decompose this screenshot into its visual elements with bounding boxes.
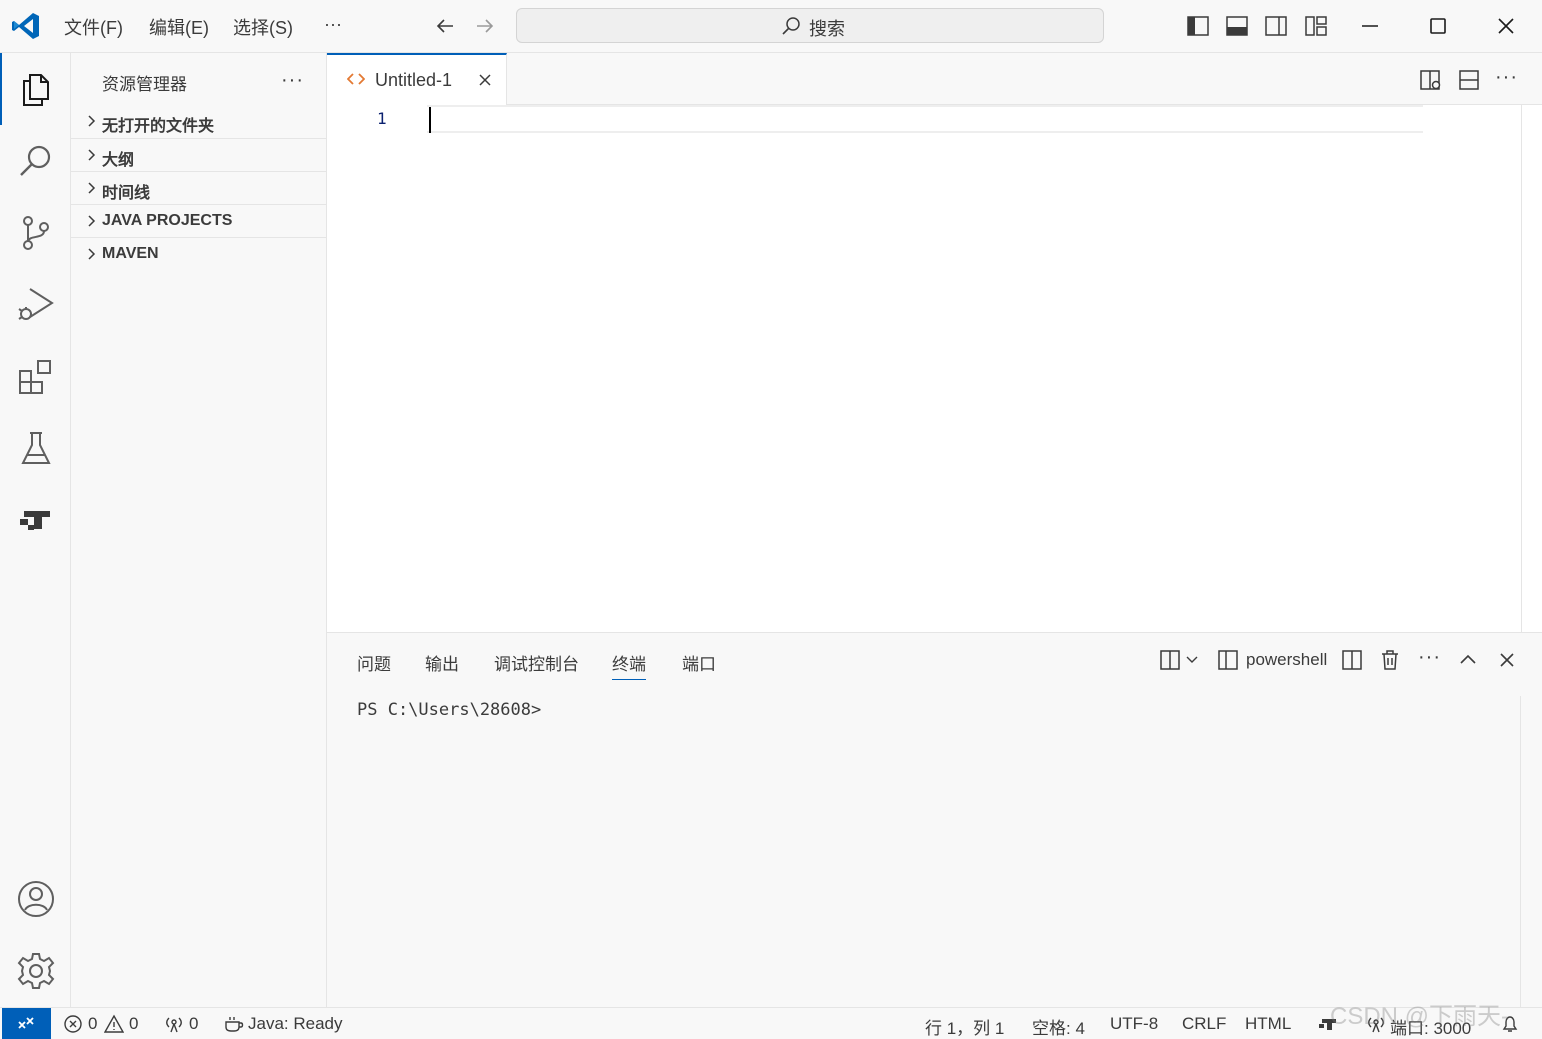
close-window-icon[interactable] bbox=[1494, 14, 1518, 38]
chevron-right-icon bbox=[88, 115, 96, 127]
warning-count[interactable]: 0 bbox=[129, 1014, 138, 1034]
editor-more-actions[interactable]: ··· bbox=[1495, 66, 1518, 89]
testing-flask-icon[interactable] bbox=[16, 429, 56, 469]
source-control-icon[interactable] bbox=[16, 213, 56, 253]
close-icon[interactable] bbox=[477, 72, 493, 88]
tab-output[interactable]: 输出 bbox=[425, 650, 459, 675]
remote-indicator[interactable] bbox=[2, 1008, 51, 1039]
menu-more[interactable]: ··· bbox=[324, 14, 342, 35]
end-of-line[interactable]: CRLF bbox=[1182, 1014, 1226, 1034]
section-timeline[interactable]: 时间线 bbox=[71, 171, 327, 204]
terminal-prompt[interactable]: PS C:\Users\28608> bbox=[357, 700, 541, 720]
search-placeholder: 搜索 bbox=[809, 19, 845, 39]
toggle-sidebar-icon[interactable] bbox=[1186, 14, 1210, 38]
bottom-panel: 问题 输出 调试控制台 终端 端口 powershell ··· PS C:\U… bbox=[327, 632, 1542, 1008]
chevron-right-icon bbox=[88, 182, 96, 194]
section-outline[interactable]: 大纲 bbox=[71, 138, 327, 171]
watermark: CSDN @下雨天- bbox=[1330, 1003, 1510, 1030]
new-terminal-split-icon[interactable] bbox=[1158, 648, 1182, 672]
sidebar-more-actions[interactable]: ··· bbox=[281, 69, 304, 92]
customize-layout-icon[interactable] bbox=[1304, 14, 1328, 38]
tab-terminal[interactable]: 终端 bbox=[612, 650, 646, 680]
vscode-logo-icon bbox=[12, 13, 39, 39]
remote-icon bbox=[18, 1017, 34, 1029]
line-number: 1 bbox=[377, 109, 387, 128]
tab-debug-console[interactable]: 调试控制台 bbox=[494, 650, 579, 675]
encoding[interactable]: UTF-8 bbox=[1110, 1014, 1158, 1034]
remote-explorer-icon[interactable] bbox=[16, 501, 56, 541]
scrollbar-track[interactable] bbox=[1521, 105, 1542, 632]
minimize-icon[interactable] bbox=[1358, 14, 1382, 38]
sidebar-title: 资源管理器 bbox=[102, 75, 187, 94]
chevron-up-icon[interactable] bbox=[1456, 648, 1480, 672]
section-label: JAVA PROJECTS bbox=[102, 212, 233, 229]
section-java-projects[interactable]: JAVA PROJECTS bbox=[71, 204, 327, 237]
language-mode[interactable]: HTML bbox=[1245, 1014, 1291, 1034]
maximize-icon[interactable] bbox=[1426, 14, 1450, 38]
editor-tab-bar: Untitled-1 ··· bbox=[327, 53, 1542, 105]
trash-icon[interactable] bbox=[1378, 648, 1402, 672]
terminal-instance-icon bbox=[1218, 650, 1238, 670]
explorer-files-icon[interactable] bbox=[16, 69, 56, 109]
chevron-right-icon bbox=[88, 215, 96, 227]
coffee-cup-icon[interactable] bbox=[224, 1014, 244, 1034]
error-count[interactable]: 0 bbox=[88, 1014, 97, 1034]
broadcast-icon[interactable] bbox=[164, 1014, 184, 1034]
section-label: 无打开的文件夹 bbox=[102, 118, 215, 135]
tab-ports[interactable]: 端口 bbox=[682, 650, 716, 675]
ports-forwarded-count[interactable]: 0 bbox=[189, 1014, 198, 1034]
editor-area[interactable]: 1 bbox=[327, 105, 1542, 632]
section-label: 时间线 bbox=[102, 185, 151, 202]
split-terminal-icon[interactable] bbox=[1340, 648, 1364, 672]
chevron-right-icon bbox=[88, 149, 96, 161]
extensions-icon[interactable] bbox=[16, 357, 56, 397]
warning-icon[interactable] bbox=[104, 1014, 124, 1034]
terminal-shell-name[interactable]: powershell bbox=[1246, 650, 1327, 670]
cursor-position[interactable]: 行 1，列 1 bbox=[925, 1014, 1004, 1039]
explorer-sidebar: 资源管理器 ··· 无打开的文件夹 大纲 时间线 JAVA PROJECTS M… bbox=[71, 53, 327, 1007]
error-icon[interactable] bbox=[63, 1014, 83, 1034]
html-file-icon bbox=[347, 73, 365, 85]
section-maven[interactable]: MAVEN bbox=[71, 237, 327, 270]
text-cursor bbox=[429, 107, 431, 133]
command-center-search[interactable]: 搜索 bbox=[516, 8, 1104, 43]
menu-selection[interactable]: 选择(S) bbox=[233, 14, 293, 40]
tab-problems[interactable]: 问题 bbox=[357, 650, 391, 675]
status-bar: 0 0 0 Java: Ready 行 1，列 1 空格: 4 UTF-8 CR… bbox=[0, 1007, 1542, 1039]
toggle-secondary-sidebar-icon[interactable] bbox=[1264, 14, 1288, 38]
close-panel-icon[interactable] bbox=[1495, 648, 1519, 672]
search-icon[interactable] bbox=[16, 141, 56, 181]
activity-bar bbox=[0, 53, 71, 1007]
indentation[interactable]: 空格: 4 bbox=[1032, 1014, 1085, 1039]
menu-file[interactable]: 文件(F) bbox=[64, 14, 123, 40]
section-open-folder[interactable]: 无打开的文件夹 bbox=[71, 105, 327, 138]
split-editor-icon[interactable] bbox=[1457, 68, 1481, 92]
title-bar: 文件(F) 编辑(E) 选择(S) ··· 搜索 bbox=[0, 0, 1542, 53]
search-icon bbox=[782, 17, 800, 35]
open-preview-icon[interactable] bbox=[1419, 68, 1443, 92]
active-indicator bbox=[0, 53, 2, 125]
run-debug-icon[interactable] bbox=[16, 285, 56, 325]
section-label: MAVEN bbox=[102, 245, 159, 262]
terminal-scrollbar[interactable] bbox=[1520, 696, 1521, 1008]
forward-arrow-icon[interactable] bbox=[472, 13, 498, 39]
toggle-panel-icon[interactable] bbox=[1225, 14, 1249, 38]
tab-untitled-1[interactable]: Untitled-1 bbox=[327, 53, 507, 105]
tab-label: Untitled-1 bbox=[375, 70, 453, 90]
chevron-down-icon[interactable] bbox=[1185, 655, 1199, 665]
section-label: 大纲 bbox=[102, 152, 135, 169]
menu-edit[interactable]: 编辑(E) bbox=[149, 14, 209, 40]
panel-more-actions[interactable]: ··· bbox=[1418, 646, 1441, 669]
account-icon[interactable] bbox=[16, 879, 56, 919]
chevron-right-icon bbox=[88, 248, 96, 260]
current-line-highlight bbox=[427, 105, 1423, 133]
back-arrow-icon[interactable] bbox=[432, 13, 458, 39]
java-status[interactable]: Java: Ready bbox=[248, 1014, 343, 1034]
settings-gear-icon[interactable] bbox=[16, 951, 56, 991]
